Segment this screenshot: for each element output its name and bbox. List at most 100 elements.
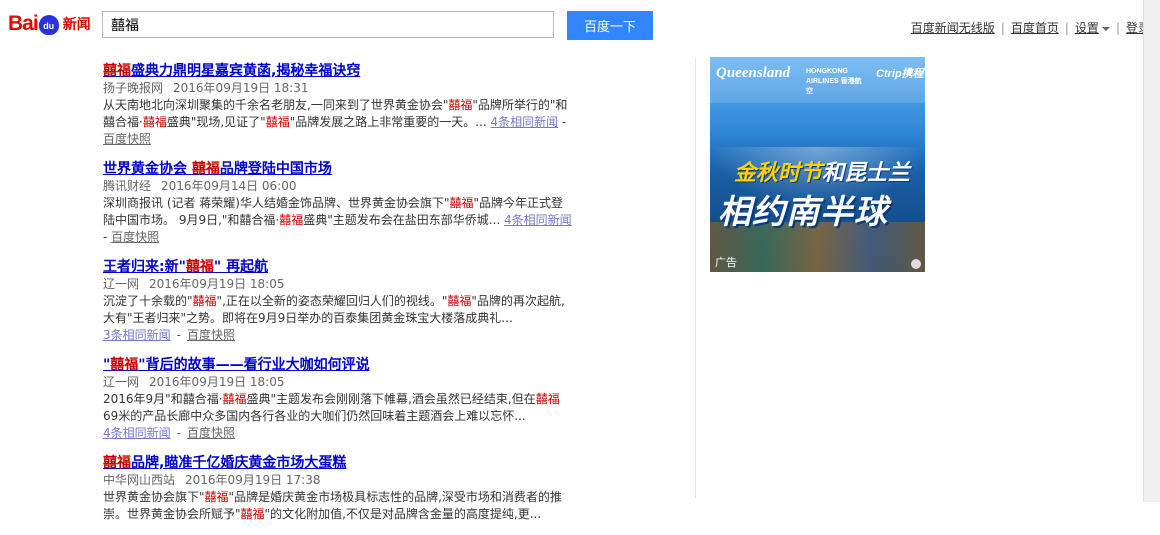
result-links: 4条相同新闻 - 百度快照 — [103, 425, 573, 442]
result-title-keyword: 囍福 — [110, 357, 139, 373]
settings-link[interactable]: 设置 — [1075, 19, 1110, 36]
result-meta: 辽一网 2016年09月19日 18:05 — [103, 374, 573, 391]
paw-icon: du — [38, 15, 59, 35]
snippet-keyword: 囍福 — [447, 294, 472, 308]
result-title-rest: 品牌,瞄准千亿婚庆黄金市场大蛋糕 — [131, 455, 347, 471]
result-snippet: 沉淀了十余载的"囍福",正在以全新的姿态荣耀回归人们的视线。"囍福"品牌的再次起… — [103, 293, 573, 327]
result-time: 2016年09月19日 18:05 — [149, 277, 285, 291]
result-title-keyword: 囍福 — [185, 259, 214, 275]
result-source: 辽一网 — [103, 375, 140, 389]
result-item: 王者归来:新"囍福" 再起航 辽一网 2016年09月19日 18:05 沉淀了十余载… — [103, 258, 573, 344]
separator: - — [176, 426, 181, 440]
result-title-prefix: 世界黄金协会 — [103, 161, 192, 177]
result-title-rest: 品牌登陆中国市场 — [219, 161, 332, 177]
ad-headline-1-white: 和昆士兰 — [822, 161, 911, 186]
result-title-link[interactable]: 囍福品牌,瞄准千亿婚庆黄金市场大蛋糕 — [103, 454, 573, 472]
separator: - — [558, 115, 567, 129]
snippet-text: 盛典"现场,见证了" — [166, 115, 266, 129]
logo-text-news: 新闻 — [62, 17, 91, 33]
search-button[interactable]: 百度一下 — [567, 11, 653, 40]
result-title-link[interactable]: 世界黄金协会 囍福品牌登陆中国市场 — [103, 160, 573, 178]
result-time: 2016年09月19日 18:05 — [149, 375, 285, 389]
result-title-keyword: 囍福 — [103, 63, 131, 79]
snippet-keyword: 囍福 — [449, 196, 474, 210]
result-time: 2016年09月14日 06:00 — [161, 179, 297, 193]
result-title-keyword: 囍福 — [191, 161, 220, 177]
result-links: 3条相同新闻 - 百度快照 — [103, 327, 573, 344]
scrollbar[interactable] — [1143, 0, 1160, 502]
snippet-text: "品牌发展之路上非常重要的一天。... — [289, 115, 487, 129]
logo-text-bai: Bai — [8, 12, 39, 35]
same-news-link[interactable]: 4条相同新闻 — [103, 426, 171, 440]
snapshot-link[interactable]: 百度快照 — [103, 132, 151, 146]
result-item: 囍福盛典力鼎明星嘉宾黄菡,揭秘幸福诀窍 扬子晚报网 2016年09月19日 18:3… — [103, 62, 573, 148]
snapshot-link[interactable]: 百度快照 — [111, 230, 159, 244]
snippet-text: 从天南地北向深圳聚集的千余名老朋友,一同来到了世界黄金协会" — [103, 98, 449, 112]
snapshot-link[interactable]: 百度快照 — [187, 426, 235, 440]
snippet-text: 2016年9月"和囍合福· — [103, 392, 223, 406]
ad-brand-queensland: Queensland — [716, 65, 791, 81]
result-title-rest: "背后的故事——看行业大咖如何评说 — [138, 357, 370, 373]
snapshot-link[interactable]: 百度快照 — [187, 328, 235, 342]
ad-brand-hongkong-airlines: HONGKONG AIRLINES 香港航空 — [806, 68, 862, 95]
result-time: 2016年09月19日 18:31 — [173, 81, 309, 95]
result-snippet: 从天南地北向深圳聚集的千余名老朋友,一同来到了世界黄金协会"囍福"品牌所举行的"… — [103, 97, 573, 148]
separator: | — [1000, 20, 1005, 35]
mobile-version-link[interactable]: 百度新闻无线版 — [911, 19, 995, 36]
snippet-text: ",正在以全新的姿态荣耀回归人们的视线。" — [216, 294, 448, 308]
result-snippet: 2016年9月"和囍合福·囍福盛典"主题发布会刚刚落下帷幕,酒会虽然已经结束,但… — [103, 391, 573, 425]
result-item: 世界黄金协会 囍福品牌登陆中国市场 腾讯财经 2016年09月14日 06:00 深圳… — [103, 160, 573, 246]
column-divider — [695, 58, 696, 498]
ad-brand-ctrip: Ctrip携程 — [876, 68, 924, 80]
snippet-keyword: 囍福 — [222, 392, 247, 406]
result-snippet: 深圳商报讯 (记者 蒋荣耀)华人结婚金饰品牌、世界黄金协会旗下"囍福"品牌今年正… — [103, 195, 573, 246]
result-item: 囍福品牌,瞄准千亿婚庆黄金市场大蛋糕 中华网山西站 2016年09月19日 17:3… — [103, 454, 573, 523]
result-source: 腾讯财经 — [103, 179, 152, 193]
result-title-keyword: 囍福 — [103, 455, 131, 471]
snippet-keyword: 囍福 — [279, 213, 304, 227]
separator: | — [1115, 20, 1120, 35]
result-meta: 扬子晚报网 2016年09月19日 18:31 — [103, 80, 573, 97]
snippet-text: 沉淀了十余载的" — [103, 294, 193, 308]
separator: - — [176, 328, 181, 342]
result-title-link[interactable]: 囍福盛典力鼎明星嘉宾黄菡,揭秘幸福诀窍 — [103, 62, 573, 80]
snippet-text: "的文化附加值,不仅是对品牌含金量的高度提纯,更... — [264, 507, 542, 521]
baidu-news-logo[interactable]: Bai du 新闻 — [8, 11, 96, 37]
ad-banner[interactable]: Queensland HONGKONG AIRLINES 香港航空 Ctrip携… — [710, 57, 925, 272]
result-title-link[interactable]: "囍福"背后的故事——看行业大咖如何评说 — [103, 356, 573, 374]
result-title-rest: " 再起航 — [213, 259, 269, 275]
snippet-text: 69米的产品长廊中众多国内各行各业的大咖们仍然回味着主题酒会上难以忘怀... — [103, 409, 526, 423]
search-input[interactable] — [102, 11, 554, 38]
paw-icon — [911, 259, 921, 269]
result-title-prefix: 王者归来:新" — [103, 259, 186, 275]
result-meta: 辽一网 2016年09月19日 18:05 — [103, 276, 573, 293]
snippet-keyword: 囍福 — [448, 98, 473, 112]
same-news-link[interactable]: 4条相同新闻 — [504, 213, 572, 227]
result-item: "囍福"背后的故事——看行业大咖如何评说 辽一网 2016年09月19日 18:05… — [103, 356, 573, 442]
top-links: 百度新闻无线版 | 百度首页 | 设置 | 登录 — [911, 19, 1150, 36]
snippet-keyword: 囍福 — [265, 115, 290, 129]
result-title-link[interactable]: 王者归来:新"囍福" 再起航 — [103, 258, 573, 276]
snippet-text: 深圳商报讯 (记者 蒋荣耀)华人结婚金饰品牌、世界黄金协会旗下" — [103, 196, 450, 210]
result-snippet: 世界黄金协会旗下"囍福"品牌是婚庆黄金市场极具标志性的品牌,深受市场和消费者的推… — [103, 489, 573, 523]
ad-headline-1-yellow: 金秋时节 — [734, 161, 823, 186]
same-news-link[interactable]: 3条相同新闻 — [103, 328, 171, 342]
header: Bai du 新闻 百度一下 百度新闻无线版 | 百度首页 | 设置 | 登录 — [0, 0, 1160, 48]
baidu-home-link[interactable]: 百度首页 — [1011, 19, 1059, 36]
separator: - — [103, 230, 112, 244]
result-source: 中华网山西站 — [103, 473, 176, 487]
ad-label: 广告 — [715, 256, 737, 269]
result-meta: 腾讯财经 2016年09月14日 06:00 — [103, 178, 573, 195]
chevron-down-icon — [1101, 26, 1110, 31]
result-meta: 中华网山西站 2016年09月19日 17:38 — [103, 472, 573, 489]
snippet-text: 盛典"主题发布会在盐田东部华侨城... — [303, 213, 501, 227]
same-news-link[interactable]: 4条相同新闻 — [491, 115, 559, 129]
results-list: 囍福盛典力鼎明星嘉宾黄菡,揭秘幸福诀窍 扬子晚报网 2016年09月19日 18:3… — [103, 62, 573, 535]
result-source: 辽一网 — [103, 277, 140, 291]
result-time: 2016年09月19日 17:38 — [185, 473, 321, 487]
snippet-text: 盛典"主题发布会刚刚落下帷幕,酒会虽然已经结束,但在 — [246, 392, 536, 406]
snippet-keyword: 囍福 — [240, 507, 265, 521]
result-title-rest: 盛典力鼎明星嘉宾黄菡,揭秘幸福诀窍 — [131, 63, 361, 79]
separator: | — [1064, 20, 1069, 35]
ad-headline-2: 相约南半球 — [718, 192, 888, 231]
